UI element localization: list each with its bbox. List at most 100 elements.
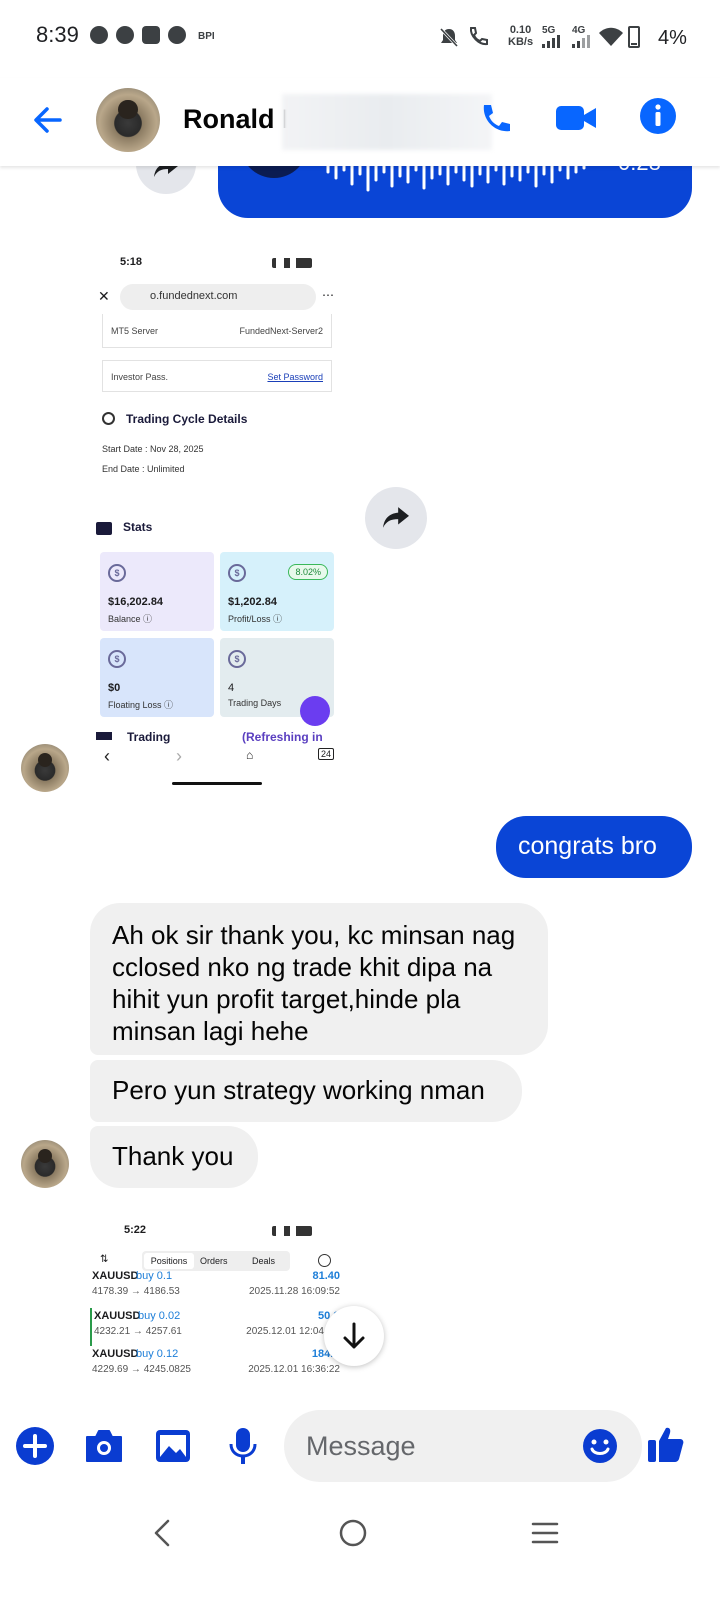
stat-profit-value: $1,202.84 bbox=[228, 596, 277, 608]
shot1-chat-fab bbox=[300, 696, 330, 726]
shot1-start-date: Start Date : Nov 28, 2025 bbox=[102, 444, 204, 454]
mic-icon[interactable] bbox=[228, 1426, 258, 1466]
shot1-cycle-title: Trading Cycle Details bbox=[126, 412, 248, 426]
shot2-clock-icon bbox=[318, 1254, 331, 1267]
position-datetime: 2025.11.28 16:09:52 bbox=[248, 1286, 340, 1297]
shot1-time: 5:18 bbox=[120, 256, 143, 268]
stat-profit-label: Profit/Loss ⓘ bbox=[228, 614, 283, 624]
shot1-more-icon: ⋯ bbox=[322, 288, 334, 302]
nav-back-icon[interactable] bbox=[150, 1518, 174, 1548]
position-symbol: XAUUSD bbox=[92, 1270, 139, 1282]
battery-icon bbox=[628, 26, 640, 48]
chat-header: Ronald I bbox=[0, 78, 720, 166]
shot2-sort-icon: ⇅ bbox=[100, 1254, 109, 1265]
contact-avatar[interactable] bbox=[96, 88, 160, 152]
shot2-status-icons bbox=[272, 1226, 312, 1236]
mute-icon bbox=[439, 27, 459, 48]
net-speed: 0.10 KB/s bbox=[508, 24, 533, 48]
shot1-investor-row: Investor Pass. Set Password bbox=[102, 360, 332, 392]
wifi-icon bbox=[599, 27, 623, 46]
battery-percent: 4% bbox=[658, 27, 687, 49]
contact-name[interactable]: Ronald I bbox=[183, 104, 290, 135]
shot1-url: o.fundednext.com bbox=[150, 290, 238, 302]
shot1-set-password: Set Password bbox=[267, 372, 323, 382]
outgoing-message[interactable]: congrats bro bbox=[496, 816, 692, 878]
stat-floating-value: $0 bbox=[108, 682, 121, 694]
carrier-label: BPI bbox=[198, 31, 215, 42]
shot1-forward-icon: › bbox=[176, 746, 182, 766]
incoming-message-2[interactable]: Pero yun strategy working nman bbox=[90, 1060, 522, 1122]
video-icon[interactable] bbox=[554, 100, 598, 136]
signal-icon bbox=[542, 34, 560, 48]
position-side: buy 0.1 bbox=[136, 1270, 173, 1282]
gallery-icon[interactable] bbox=[154, 1428, 192, 1464]
position-symbol: XAUUSD bbox=[92, 1348, 139, 1360]
shot1-tabs-count: 24 bbox=[318, 748, 335, 760]
position-symbol: XAUUSD bbox=[94, 1310, 141, 1322]
dollar-icon: $ bbox=[228, 564, 246, 582]
dollar-icon: $ bbox=[108, 564, 126, 582]
position-prices: 4178.39 → 4186.53 bbox=[92, 1286, 180, 1297]
emoji-icon[interactable] bbox=[582, 1428, 618, 1464]
info-icon[interactable] bbox=[638, 96, 678, 136]
position-profit: 81.40 bbox=[312, 1270, 340, 1282]
stat-balance: $ $16,202.84 Balance ⓘ bbox=[100, 552, 214, 631]
dollar-icon: $ bbox=[228, 650, 246, 668]
forward-button-2[interactable] bbox=[365, 487, 427, 549]
net-speed-value: 0.10 bbox=[509, 24, 532, 36]
stat-floating: $ $0 Floating Loss ⓘ bbox=[100, 638, 214, 717]
shot1-stats-title: Stats bbox=[123, 520, 153, 534]
camera-icon[interactable] bbox=[84, 1428, 124, 1464]
thumbs-up-icon[interactable] bbox=[646, 1424, 686, 1464]
position-datetime: 2025.12.01 12:04 bbox=[246, 1326, 324, 1337]
back-arrow-icon[interactable] bbox=[30, 102, 66, 138]
shot1-home-icon: ⌂ bbox=[246, 748, 254, 762]
status-bar: 8:39 BPI 0.10 KB/s 5G 4G 4% bbox=[0, 0, 720, 78]
shot1-trading-label: Trading bbox=[127, 730, 171, 744]
stat-profit-badge: 8.02% bbox=[288, 564, 328, 580]
sender-avatar-2[interactable] bbox=[21, 1140, 69, 1188]
nav-home-icon[interactable] bbox=[338, 1518, 368, 1548]
nav-recents-icon[interactable] bbox=[530, 1520, 560, 1546]
stat-balance-label: Balance ⓘ bbox=[108, 614, 153, 624]
shot1-mt5-label: MT5 Server bbox=[111, 326, 159, 336]
position-row: XAUUSD buy 0.12 184.? 4229.69 → 4245.082… bbox=[90, 1346, 352, 1384]
incoming-message-3[interactable]: Thank you bbox=[90, 1126, 258, 1188]
plus-icon[interactable] bbox=[15, 1426, 55, 1466]
net-speed-unit: KB/s bbox=[508, 36, 534, 48]
phone-icon[interactable] bbox=[478, 100, 514, 136]
position-side: buy 0.12 bbox=[136, 1348, 179, 1360]
signal-icon-2 bbox=[572, 34, 590, 48]
position-row: XAUUSD buy 0.02 50.? 4232.21 → 4257.61 2… bbox=[90, 1308, 352, 1346]
shot2-tab-positions: Positions bbox=[144, 1253, 194, 1269]
position-prices: 4232.21 → 4257.61 bbox=[94, 1326, 182, 1337]
position-datetime: 2025.12.01 16:36:22 bbox=[248, 1364, 340, 1375]
shot1-close-icon: ✕ bbox=[98, 288, 110, 304]
stat-days-label: Trading Days bbox=[228, 698, 282, 708]
shot1-status-icons bbox=[272, 258, 312, 268]
line-icon bbox=[142, 26, 160, 44]
position-prices: 4229.69 → 4245.0825 bbox=[92, 1364, 191, 1375]
scroll-down-button[interactable] bbox=[324, 1306, 384, 1366]
shot1-end-date: End Date : Unlimited bbox=[102, 464, 185, 474]
dollar-icon: $ bbox=[108, 650, 126, 668]
shot1-stats-icon bbox=[96, 522, 112, 535]
shot1-back-icon: ‹ bbox=[104, 746, 110, 766]
shot1-mt5-value: FundedNext-Server2 bbox=[239, 326, 323, 336]
stat-profit: $ 8.02% $1,202.84 Profit/Loss ⓘ bbox=[220, 552, 334, 631]
messenger-icon bbox=[90, 26, 108, 44]
shared-screenshot-2[interactable]: 5:22 ⇅ Positions Orders Deals XAUUSD buy… bbox=[90, 1212, 352, 1396]
composer bbox=[0, 1398, 720, 1498]
wifi-call-icon bbox=[469, 27, 488, 46]
shot1-browser-nav: ‹ › ⌂ 24 bbox=[90, 744, 352, 796]
shared-screenshot-1[interactable]: 5:18 ✕ o.fundednext.com ⋯ MT5 Server Fun… bbox=[90, 244, 352, 796]
shot2-tab-deals: Deals bbox=[252, 1256, 276, 1266]
forward-icon bbox=[383, 507, 409, 528]
incoming-message-1[interactable]: Ah ok sir thank you, kc minsan nag cclos… bbox=[90, 903, 548, 1055]
shot2-tabs: Positions Orders Deals bbox=[142, 1251, 290, 1271]
sender-avatar[interactable] bbox=[21, 744, 69, 792]
facebook-icon bbox=[168, 26, 186, 44]
shot1-trading-icon bbox=[96, 732, 112, 740]
shot1-mt5-row: MT5 Server FundedNext-Server2 bbox=[102, 314, 332, 348]
shot2-time: 5:22 bbox=[124, 1224, 147, 1236]
